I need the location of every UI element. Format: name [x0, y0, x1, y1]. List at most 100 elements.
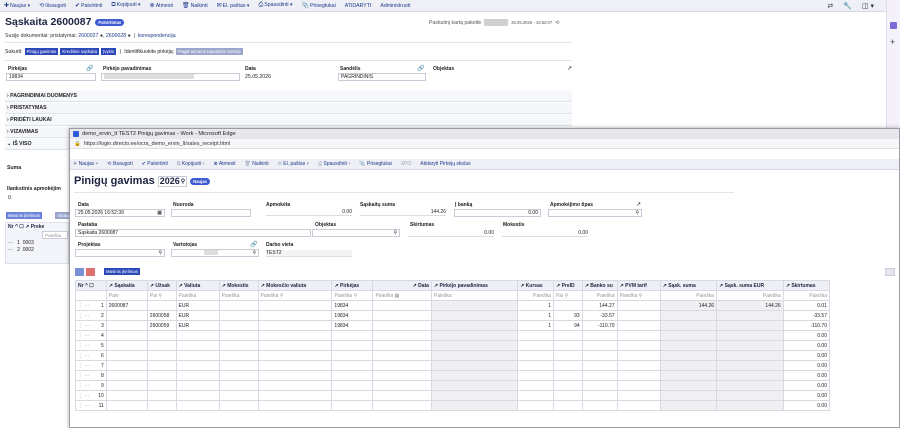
- table-row[interactable]: ⋮ ··· 9 0.00: [75, 380, 831, 391]
- date-field[interactable]: 25.05.2026 16:52:39 ▦: [75, 209, 165, 217]
- cell-order[interactable]: [146, 360, 177, 371]
- copy-button[interactable]: ⧉Kopijuoti ▾: [111, 2, 140, 9]
- admin-button[interactable]: Administruoti: [380, 3, 410, 9]
- cell-fee[interactable]: [218, 360, 259, 371]
- cell-rate[interactable]: [517, 330, 554, 341]
- cell-fee-currency[interactable]: [257, 370, 333, 381]
- cell-invoice[interactable]: [105, 340, 148, 351]
- filter-input[interactable]: Paieška: [517, 290, 554, 301]
- print-button[interactable]: ⎙ Spausdinti ▾: [318, 161, 350, 167]
- cell-rate[interactable]: [517, 380, 554, 391]
- table-row[interactable]: ⋮ ··· 2 2600058 EUR 19834 1 93 -33.57 -33.57: [75, 310, 831, 321]
- cell-invoice[interactable]: [105, 390, 148, 401]
- row-nr[interactable]: ⋮ ··· 11: [75, 400, 107, 411]
- cell-date[interactable]: [372, 350, 432, 361]
- row-nr[interactable]: ⋮ ··· 10: [75, 390, 107, 401]
- app-icon[interactable]: [890, 22, 897, 29]
- cell-difference[interactable]: 0.00: [782, 330, 831, 341]
- cell-currency[interactable]: EUR: [175, 300, 220, 311]
- window-titlebar[interactable]: demo_ervin_lt TEST2 Pinigų gavimas - Wor…: [70, 129, 899, 139]
- cell-order[interactable]: [146, 370, 177, 381]
- search-input[interactable]: Paieška: [42, 231, 68, 239]
- edit-icon[interactable]: ↗: [636, 201, 641, 208]
- settings-icon[interactable]: [885, 268, 895, 276]
- col-order[interactable]: ↗ Užsak: [146, 280, 177, 291]
- cell-fee-currency[interactable]: [257, 380, 333, 391]
- filter-input[interactable]: Paieška ⚲: [257, 290, 333, 301]
- cell-bank-sum[interactable]: [581, 340, 618, 351]
- cell-inv-sum[interactable]: [659, 340, 718, 351]
- cell-bank-sum[interactable]: [581, 370, 618, 381]
- cell-difference[interactable]: 0.01: [782, 300, 831, 311]
- search-icon[interactable]: ⚲: [158, 250, 164, 257]
- cell-vat[interactable]: [616, 350, 661, 361]
- cell-inv-sum[interactable]: [659, 310, 718, 321]
- cancel-button[interactable]: ⊗ Atmesti: [214, 161, 236, 167]
- cell-fee[interactable]: [218, 340, 259, 351]
- section-main-data[interactable]: › PAGRINDINIAI DUOMENYS: [5, 91, 572, 102]
- cell-fee[interactable]: [218, 300, 259, 311]
- cell-inv-sum[interactable]: 144.26: [659, 300, 718, 311]
- reference-field[interactable]: [171, 209, 251, 217]
- row-nr[interactable]: ⋮ ··· 1: [75, 300, 107, 311]
- cell-invoice[interactable]: [105, 310, 148, 321]
- cell-bank-sum[interactable]: [581, 350, 618, 361]
- mass-edit-button[interactable]: Masinis įkėlimas: [6, 212, 42, 219]
- cell-inv-sum[interactable]: [659, 370, 718, 381]
- cell-difference[interactable]: 0.00: [782, 390, 831, 401]
- cell-difference[interactable]: -33.57: [782, 310, 831, 321]
- create-credit-button[interactable]: Kreditinė sąskaita: [60, 48, 100, 55]
- cell-invoice[interactable]: [105, 380, 148, 391]
- link-icon[interactable]: 🔗: [250, 241, 257, 248]
- confirm-button[interactable]: ✔ Patvirtinti: [142, 161, 168, 167]
- filter-input[interactable]: Paieška: [430, 290, 519, 301]
- cell-customer[interactable]: [331, 340, 374, 351]
- related-doc-link[interactable]: 2600028: [106, 33, 126, 39]
- cell-inv-sum-eur[interactable]: [716, 310, 784, 321]
- comment-field[interactable]: Sąskaita 2600087: [75, 229, 311, 237]
- cell-order[interactable]: [146, 350, 177, 361]
- cell-difference[interactable]: 0.00: [782, 360, 831, 371]
- search-icon[interactable]: ⚲: [393, 230, 399, 237]
- cell-fee[interactable]: [218, 380, 259, 391]
- table-row[interactable]: ⋮ ··· 8 0.00: [75, 370, 831, 381]
- cell-bank-sum[interactable]: -110.70: [581, 320, 618, 331]
- calendar-icon[interactable]: ▦: [157, 210, 164, 217]
- cell-customer-name[interactable]: [430, 330, 519, 341]
- attachments-button[interactable]: 📎Prisegtukai: [302, 2, 336, 9]
- table-row[interactable]: ⋮ ··· 5 0.00: [75, 340, 831, 351]
- table-row[interactable]: ⋮ ··· 1 2600087 EUR 19834 1 144.27 144.26 144.2…: [75, 300, 831, 311]
- filter-input[interactable]: Paie: [105, 290, 148, 301]
- cell-order[interactable]: 2600059: [146, 320, 177, 331]
- cell-preid[interactable]: 93: [552, 310, 583, 321]
- cell-fee-currency[interactable]: [257, 350, 333, 361]
- cell-vat[interactable]: [616, 320, 661, 331]
- cell-invoice[interactable]: [105, 360, 148, 371]
- table-row[interactable]: ··· 1 0003: [6, 239, 68, 247]
- filter-input[interactable]: Paieška: [716, 290, 784, 301]
- related-doc-link[interactable]: 2600027: [78, 33, 98, 39]
- cell-order[interactable]: [146, 340, 177, 351]
- section-total[interactable]: ⌄ IŠ VISO: [5, 139, 69, 150]
- cell-currency[interactable]: EUR: [175, 310, 220, 321]
- cell-bank-sum[interactable]: [581, 390, 618, 401]
- cell-bank-sum[interactable]: [581, 360, 618, 371]
- cell-order[interactable]: [146, 390, 177, 401]
- filter-input[interactable]: Paieška: [782, 290, 831, 301]
- cell-customer[interactable]: 19834: [331, 300, 374, 311]
- filter-input[interactable]: Paieška ⚲: [616, 290, 661, 301]
- row-nr[interactable]: ⋮ ··· 8: [75, 370, 107, 381]
- section-approval[interactable]: › VIZAVIMAS: [5, 127, 69, 138]
- cell-order[interactable]: [146, 400, 177, 411]
- cell-inv-sum-eur[interactable]: [716, 320, 784, 331]
- cell-customer-name[interactable]: [430, 360, 519, 371]
- cell-bank-sum[interactable]: [581, 400, 618, 411]
- section-delivery[interactable]: › PRISTATYMAS: [5, 103, 572, 114]
- delete-button[interactable]: 🗑Naikinti: [182, 2, 208, 9]
- history-icon[interactable]: ⟲: [555, 20, 559, 26]
- cell-fee-currency[interactable]: [257, 320, 333, 331]
- correspondence-link[interactable]: korespondencija: [138, 33, 176, 39]
- cell-currency[interactable]: [175, 330, 220, 341]
- filter-input[interactable]: Paieška ▦: [372, 290, 432, 301]
- cell-currency[interactable]: [175, 390, 220, 401]
